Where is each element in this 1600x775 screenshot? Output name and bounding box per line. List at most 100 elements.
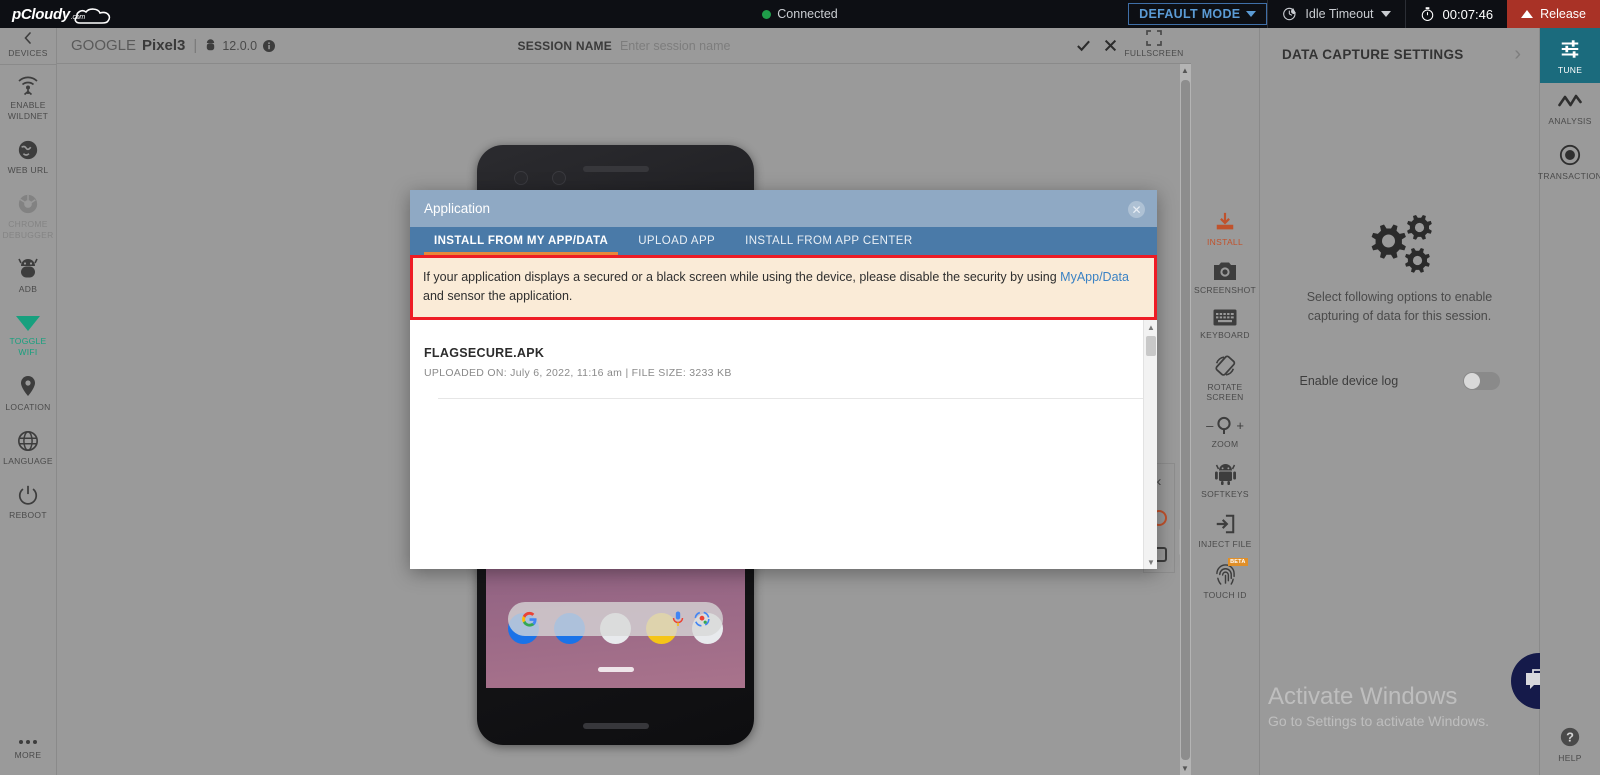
sidebar-item-toggle-wifi[interactable]: TOGGLE WIFI <box>0 303 57 366</box>
panel-header: DATA CAPTURE SETTINGS › <box>1260 28 1539 64</box>
separator: | <box>193 37 198 54</box>
sidebar-item-language[interactable]: LANGUAGE <box>0 421 57 475</box>
sidebar-label: REBOOT <box>9 510 47 520</box>
earpiece-icon <box>582 166 649 172</box>
sidebar-label: TOGGLE WIFI <box>9 336 47 357</box>
sidebar-item-more[interactable]: MORE <box>0 729 57 775</box>
sidebar-label: LANGUAGE <box>3 456 53 466</box>
device-brand: GOOGLE <box>71 37 137 54</box>
close-icon[interactable]: ✕ <box>1128 201 1145 218</box>
rail-item-transaction[interactable]: TRANSACTION <box>1538 134 1600 189</box>
tool-inject-file[interactable]: INJECT FILE <box>1191 506 1260 556</box>
sidebar-item-adb[interactable]: ADB <box>0 249 57 303</box>
rail-label: HELP <box>1558 753 1582 763</box>
tool-label: INJECT FILE <box>1198 539 1252 549</box>
scrollbar-thumb[interactable] <box>1146 336 1156 356</box>
sidebar-label: CHROME DEBUGGER <box>2 219 54 240</box>
fullscreen-button[interactable]: FULLSCREEN <box>1123 30 1185 58</box>
warning-text-after: and sensor the application. <box>423 289 573 303</box>
rail-item-tune[interactable]: TUNE <box>1540 28 1600 83</box>
front-sensor-icon <box>552 171 566 185</box>
google-search-pill[interactable] <box>508 602 723 636</box>
sidebar-more-label: MORE <box>14 750 42 760</box>
tool-rotate-screen[interactable]: ROTATE SCREEN <box>1191 347 1260 409</box>
tab-label: INSTALL FROM APP CENTER <box>745 235 913 247</box>
sidebar-label: ADB <box>18 284 38 294</box>
scroll-up-arrow-icon[interactable]: ▲ <box>1181 66 1189 75</box>
magnifier-icon <box>1217 416 1231 434</box>
tool-screenshot[interactable]: SCREENSHOT <box>1191 254 1260 302</box>
rail-item-analysis[interactable]: ANALYSIS <box>1540 83 1600 134</box>
device-os-version: 12.0.0 <box>222 38 258 53</box>
panel-title: DATA CAPTURE SETTINGS <box>1282 46 1464 62</box>
apk-list: FLAGSECURE.APK UPLOADED ON: July 6, 2022… <box>410 320 1157 399</box>
zoom-out-label[interactable]: – <box>1206 418 1213 433</box>
stage-scrollbar[interactable]: ▲ ▼ <box>1180 64 1191 775</box>
chevron-left-icon[interactable]: ‹ <box>1157 474 1162 489</box>
tool-softkeys[interactable]: SOFTKEYS <box>1191 456 1260 506</box>
idle-timeout-dropdown[interactable]: Idle Timeout <box>1268 0 1404 28</box>
modal-scrollbar[interactable]: ▲ ▼ <box>1143 320 1157 569</box>
tool-zoom[interactable]: – + ZOOM <box>1191 409 1260 456</box>
zoom-in-label[interactable]: + <box>1236 418 1244 433</box>
tab-install-from-my-app-data[interactable]: INSTALL FROM MY APP/DATA <box>424 227 619 255</box>
rail-label: ANALYSIS <box>1548 116 1592 126</box>
microphone-icon[interactable] <box>672 611 684 627</box>
session-name-input[interactable]: Enter session name <box>620 39 730 53</box>
status-dot-icon <box>762 9 772 19</box>
android-home-indicator[interactable] <box>597 667 634 672</box>
sidebar-item-reboot[interactable]: REBOOT <box>0 475 57 529</box>
session-name-label: SESSION NAME <box>517 38 612 53</box>
line-chart-icon <box>1558 94 1582 107</box>
ellipsis-icon <box>19 740 37 744</box>
bottom-speaker-icon <box>582 723 649 729</box>
enable-device-log-toggle[interactable] <box>1462 372 1500 390</box>
myapp-data-link[interactable]: MyApp/Data <box>1060 270 1129 284</box>
left-sidebar: DEVICES ENABLE WILDNET WEB URL CHROME DE… <box>0 28 57 775</box>
tab-install-from-app-center[interactable]: INSTALL FROM APP CENTER <box>735 227 922 255</box>
list-item[interactable]: FLAGSECURE.APK UPLOADED ON: July 6, 2022… <box>424 346 1157 379</box>
scroll-down-arrow-icon[interactable]: ▼ <box>1144 555 1157 569</box>
chevron-right-icon[interactable]: › <box>1514 44 1521 64</box>
confirm-check-icon[interactable] <box>1076 38 1091 53</box>
toggle-knob <box>1463 373 1480 389</box>
cancel-close-icon[interactable] <box>1104 39 1117 52</box>
panel-message: Select following options to enable captu… <box>1306 290 1493 323</box>
sidebar-label: LOCATION <box>5 402 51 412</box>
top-bar-right-controls: DEFAULT MODE Idle Timeout 00:07:46 Relea… <box>1128 0 1600 28</box>
globe-icon <box>18 140 38 160</box>
tool-keyboard[interactable]: KEYBOARD <box>1191 302 1260 347</box>
rail-item-help[interactable]: ? HELP <box>1540 716 1600 775</box>
android-bug-icon <box>18 258 38 278</box>
chevron-left-icon <box>24 32 31 44</box>
eject-icon <box>1521 10 1534 18</box>
default-mode-dropdown[interactable]: DEFAULT MODE <box>1128 3 1268 25</box>
sidebar-item-enable-wildnet[interactable]: ENABLE WILDNET <box>0 65 57 130</box>
tool-install[interactable]: INSTALL <box>1191 204 1260 254</box>
gears-icon <box>1371 215 1432 273</box>
google-lens-icon[interactable] <box>694 611 710 627</box>
release-button[interactable]: Release <box>1507 0 1600 28</box>
record-circle-icon <box>1559 144 1581 166</box>
tool-touch-id[interactable]: BETA TOUCH ID <box>1191 556 1260 607</box>
moon-clock-icon <box>1283 7 1297 21</box>
rail-label: TUNE <box>1557 65 1583 75</box>
front-camera-icon <box>514 171 528 185</box>
sidebar-item-web-url[interactable]: WEB URL <box>0 130 57 184</box>
tool-label: TOUCH ID <box>1203 590 1247 600</box>
connection-status-label: Connected <box>777 7 838 21</box>
sidebar-item-devices[interactable]: DEVICES <box>0 28 57 64</box>
scroll-down-arrow-icon[interactable]: ▼ <box>1181 764 1189 773</box>
info-icon[interactable] <box>263 39 276 52</box>
scroll-up-arrow-icon[interactable]: ▲ <box>1144 320 1157 334</box>
sidebar-item-chrome-debugger[interactable]: CHROME DEBUGGER <box>0 184 57 249</box>
modal-header: Application ✕ <box>410 190 1157 227</box>
android-icon <box>207 39 215 51</box>
apk-file-meta: UPLOADED ON: July 6, 2022, 11:16 am | FI… <box>424 367 732 379</box>
tab-upload-app[interactable]: UPLOAD APP <box>628 227 725 255</box>
pcloudy-logo[interactable]: pCloudy .com <box>0 6 130 24</box>
tool-label: ZOOM <box>1211 439 1239 449</box>
sidebar-item-location[interactable]: LOCATION <box>0 366 57 421</box>
android-robot-icon <box>1214 464 1236 485</box>
scrollbar-thumb[interactable] <box>1181 80 1190 760</box>
